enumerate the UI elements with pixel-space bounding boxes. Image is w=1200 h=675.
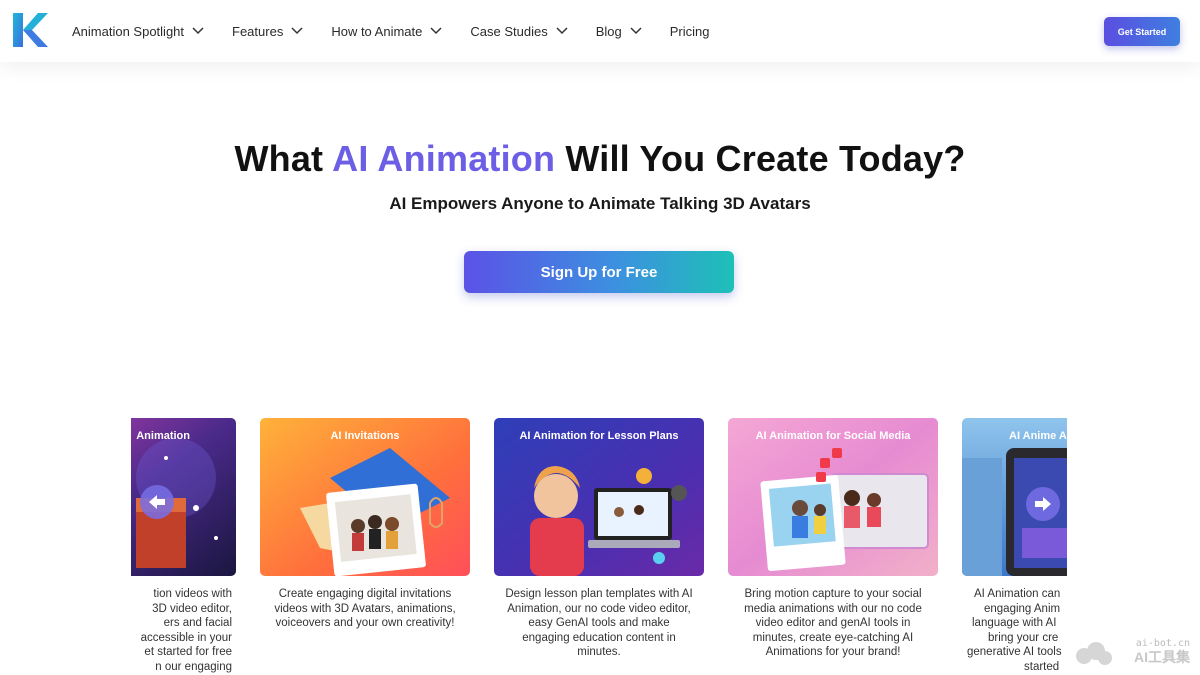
- nav-item-features[interactable]: Features: [232, 0, 303, 62]
- card-title: AI Animation for Lesson Plans: [519, 430, 679, 442]
- carousel-prev-button[interactable]: [140, 485, 174, 519]
- nav-menu: Animation Spotlight Features How to Anim…: [72, 0, 737, 62]
- nav-item-label: Features: [232, 23, 284, 39]
- card-desc-line: Design lesson plan templates with AI: [505, 588, 693, 600]
- nav-item-animation-spotlight[interactable]: Animation Spotlight: [72, 0, 204, 62]
- use-case-carousel[interactable]: Animation tion videos with 3D video edit…: [131, 418, 1067, 675]
- card-desc-line: bring your cre: [988, 631, 1059, 644]
- nav-item-label: Animation Spotlight: [72, 23, 185, 39]
- card-image: AI Invitations: [260, 418, 470, 576]
- nav-item-blog[interactable]: Blog: [596, 0, 642, 62]
- nav-item-label: Pricing: [669, 23, 710, 39]
- card-desc-line: language with AI: [972, 617, 1057, 629]
- hero-title: What AI Animation Will You Create Today?: [0, 138, 1200, 180]
- chevron-down-icon: [291, 27, 303, 35]
- card-desc-line: voiceovers and your own creativity!: [275, 617, 455, 629]
- card-desc-line: started: [1024, 660, 1060, 673]
- card-description: Create engaging digital invitations vide…: [260, 587, 470, 631]
- card-description: Bring motion capture to your social medi…: [728, 587, 938, 660]
- nav-item-label: Case Studies: [470, 23, 548, 39]
- chevron-down-icon: [192, 27, 204, 35]
- card-desc-line: n our engaging: [155, 660, 232, 673]
- card-description: AI Animation can engaging Anim language …: [962, 587, 1067, 674]
- hero-subtitle: AI Empowers Anyone to Animate Talking 3D…: [389, 194, 811, 213]
- chevron-down-icon: [430, 27, 442, 35]
- get-started-button[interactable]: Get Started: [1104, 17, 1180, 46]
- sign-up-button[interactable]: Sign Up for Free: [464, 251, 734, 293]
- nav-item-how-to-animate[interactable]: How to Animate: [331, 0, 442, 62]
- card-title: AI Anime A: [1009, 430, 1067, 442]
- card-title: AI Invitations: [330, 430, 400, 442]
- nav-item-label: How to Animate: [331, 23, 423, 39]
- card-description: Design lesson plan templates with AI Ani…: [494, 587, 704, 660]
- card-desc-line: media animations with our no code: [744, 602, 922, 615]
- carousel-card-lesson-plans[interactable]: AI Animation for Lesson Plans Design les…: [494, 418, 704, 660]
- card-desc-line: minutes.: [577, 646, 621, 658]
- chevron-down-icon: [630, 27, 642, 35]
- card-desc-line: minutes, create eye-catching AI: [752, 631, 914, 644]
- arrow-right-icon: [1035, 497, 1051, 511]
- carousel-card-animation[interactable]: Animation tion videos with 3D video edit…: [131, 418, 236, 674]
- card-desc-line: 3D video editor,: [152, 602, 232, 615]
- card-desc-line: video editor and genAI tools in: [755, 617, 911, 629]
- card-title: AI Animation for Social Media: [755, 430, 911, 442]
- card-desc-line: tion videos with: [153, 588, 232, 600]
- card-desc-line: Bring motion capture to your social: [744, 588, 922, 600]
- card-desc-line: generative AI tools: [967, 646, 1062, 658]
- card-title: Animation: [136, 430, 190, 442]
- hero-title-before: What: [234, 138, 333, 179]
- card-desc-line: accessible in your: [140, 631, 232, 644]
- kaiber-logo[interactable]: [12, 12, 48, 48]
- card-desc-line: Animations for your brand!: [765, 646, 901, 658]
- nav-item-label: Blog: [595, 23, 622, 39]
- watermark-logo-icon: [1076, 642, 1112, 665]
- card-image: AI Animation for Lesson Plans: [494, 418, 704, 576]
- card-image: AI Animation for Social Media: [728, 418, 938, 576]
- chevron-down-icon: [556, 27, 568, 35]
- card-desc-line: Create engaging digital invitations: [278, 588, 452, 600]
- hero-title-accent: AI Animation: [332, 138, 556, 179]
- nav-item-pricing[interactable]: Pricing: [670, 0, 710, 62]
- card-desc-line: engaging education content in: [522, 631, 676, 644]
- card-desc-line: easy GenAI tools and make: [528, 617, 670, 629]
- watermark-label: AI工具集: [1134, 649, 1190, 665]
- card-desc-line: et started for free: [144, 646, 232, 658]
- arrow-left-icon: [149, 495, 165, 509]
- card-description: tion videos with 3D video editor, ers an…: [131, 587, 236, 674]
- nav-item-case-studies[interactable]: Case Studies: [470, 0, 568, 62]
- card-desc-line: AI Animation can: [974, 588, 1061, 600]
- carousel-next-button[interactable]: [1026, 487, 1060, 521]
- card-desc-line: engaging Anim: [984, 602, 1061, 615]
- carousel-card-ai-anime[interactable]: AI Anime A AI Animation can engaging Ani…: [962, 418, 1067, 674]
- card-desc-line: Animation, our no code video editor,: [507, 602, 691, 615]
- carousel-card-social-media[interactable]: AI Animation for Social Media Bring moti…: [728, 418, 938, 660]
- card-desc-line: ers and facial: [163, 617, 232, 629]
- carousel-card-ai-invitations[interactable]: AI Invitations Create engaging digital i…: [260, 418, 470, 631]
- card-desc-line: videos with 3D Avatars, animations,: [274, 602, 456, 615]
- hero-title-after: Will You Create Today?: [555, 138, 966, 179]
- top-navbar: Animation Spotlight Features How to Anim…: [0, 0, 1200, 62]
